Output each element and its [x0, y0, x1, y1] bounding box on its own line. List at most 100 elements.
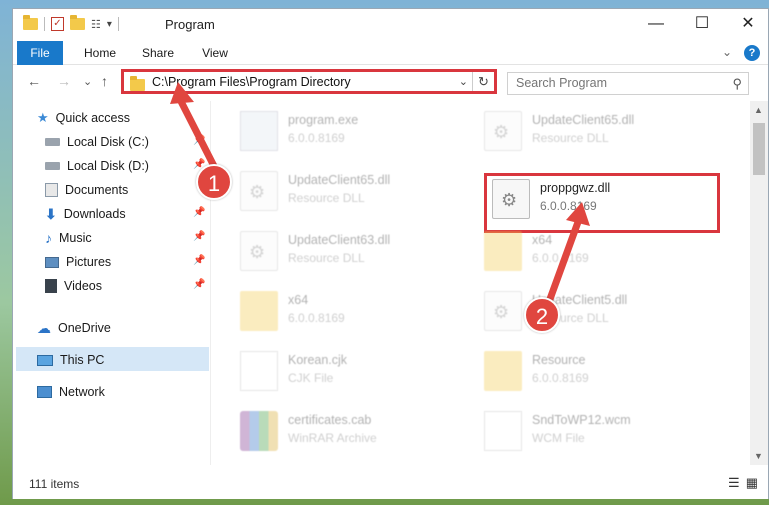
- ribbon-tabs: File Home Share View ⌄ ?: [13, 41, 768, 65]
- forward-button[interactable]: →: [57, 73, 71, 89]
- callout-badge-1: 1: [196, 164, 232, 200]
- sidebar-item-music[interactable]: ♪ Music: [45, 227, 92, 249]
- music-icon: ♪: [45, 230, 52, 246]
- file-item[interactable]: Korean.cjk CJK File: [240, 345, 480, 397]
- tab-share[interactable]: Share: [133, 41, 183, 65]
- customize-toolbar-icon[interactable]: ☷: [91, 18, 101, 31]
- folder-icon: [484, 351, 522, 391]
- file-name: certificates.cab: [288, 413, 372, 427]
- scroll-down-icon[interactable]: ▼: [754, 451, 763, 461]
- properties-icon[interactable]: ✓: [51, 17, 64, 31]
- file-item[interactable]: UpdateClient63.dll Resource DLL: [240, 225, 480, 277]
- pin-icon[interactable]: 📌: [193, 231, 205, 242]
- file-item[interactable]: x64 6.0.0.8169: [484, 225, 724, 277]
- computer-icon: [37, 354, 53, 366]
- search-input[interactable]: [516, 73, 716, 93]
- tab-home[interactable]: Home: [75, 41, 125, 65]
- tiles-view-icon[interactable]: ▦: [746, 475, 758, 491]
- sidebar-item-label: Local Disk (D:): [67, 159, 149, 173]
- documents-icon: [45, 183, 58, 197]
- file-item[interactable]: UpdateClient5.dll Resource DLL: [484, 285, 724, 337]
- pin-icon[interactable]: 📌: [193, 279, 205, 290]
- file-item[interactable]: certificates.cab WinRAR Archive: [240, 405, 480, 457]
- sidebar-item-label: This PC: [60, 353, 105, 367]
- scroll-thumb[interactable]: [753, 123, 765, 175]
- search-box[interactable]: ⚲: [507, 72, 749, 95]
- network-icon: [37, 386, 52, 398]
- search-icon[interactable]: ⚲: [732, 76, 742, 92]
- sidebar-item-onedrive[interactable]: ☁ OneDrive: [37, 317, 111, 339]
- pin-icon[interactable]: 📌: [193, 255, 205, 266]
- file-detail: Resource DLL: [532, 131, 609, 145]
- address-dropdown[interactable]: ⌄: [459, 75, 468, 88]
- folder-icon: [23, 15, 38, 30]
- maximize-button[interactable]: ☐: [679, 9, 725, 41]
- tab-file[interactable]: File: [17, 41, 63, 65]
- sidebar-item-local-disk-c[interactable]: Local Disk (C:): [45, 131, 149, 153]
- vertical-scrollbar[interactable]: ▲ ▼: [750, 101, 768, 465]
- dll-icon: [240, 231, 278, 271]
- sidebar-item-label: Music: [59, 231, 92, 245]
- tab-view[interactable]: View: [193, 41, 237, 65]
- sidebar-item-pictures[interactable]: Pictures: [45, 251, 111, 273]
- sidebar-item-downloads[interactable]: ⬇ Downloads: [45, 203, 126, 225]
- callout-badge-2: 2: [524, 297, 560, 333]
- file-icon: [240, 351, 278, 391]
- exe-icon: [240, 111, 278, 151]
- file-list: program.exe 6.0.0.8169 UpdateClient65.dl…: [218, 101, 750, 465]
- dll-icon: [240, 171, 278, 211]
- file-item[interactable]: UpdateClient65.dll Resource DLL: [484, 105, 724, 157]
- file-item[interactable]: SndToWP12.wcm WCM File: [484, 405, 724, 457]
- file-item[interactable]: program.exe 6.0.0.8169: [240, 105, 480, 157]
- explorer-window: ✓ ☷ ▾ Program — ☐ ✕ File Home Share View…: [12, 8, 769, 499]
- file-detail: Resource DLL: [288, 251, 365, 265]
- item-count: 111 items: [29, 477, 80, 491]
- scroll-up-icon[interactable]: ▲: [754, 105, 763, 115]
- details-view-icon[interactable]: ☰: [728, 475, 740, 491]
- file-detail: CJK File: [288, 371, 334, 385]
- close-button[interactable]: ✕: [725, 9, 769, 41]
- archive-icon: [240, 411, 278, 451]
- divider: [44, 17, 45, 31]
- sidebar-item-videos[interactable]: Videos: [45, 275, 102, 297]
- folder-icon: [484, 231, 522, 271]
- back-button[interactable]: ←: [27, 73, 41, 89]
- file-name: x64: [532, 233, 553, 247]
- file-item[interactable]: x64 6.0.0.8169: [240, 285, 480, 337]
- file-name: program.exe: [288, 113, 359, 127]
- arrow-head-icon: [566, 202, 590, 226]
- sidebar-item-quick-access[interactable]: ★ Quick access: [37, 107, 130, 129]
- sidebar-item-this-pc[interactable]: This PC: [37, 349, 104, 371]
- refresh-button[interactable]: ↻: [472, 72, 494, 91]
- file-icon: [484, 411, 522, 451]
- sidebar-item-network[interactable]: Network: [37, 381, 105, 403]
- sidebar-item-label: OneDrive: [58, 321, 111, 335]
- file-detail: 6.0.0.8169: [532, 371, 589, 385]
- divider: [117, 17, 119, 31]
- pin-icon[interactable]: 📌: [193, 207, 205, 218]
- star-icon: ★: [37, 110, 49, 125]
- help-icon[interactable]: ?: [744, 45, 760, 61]
- navigation-bar: ← → ⌄ ↑ C:\Program Files\Program Directo…: [13, 67, 768, 97]
- sidebar-item-local-disk-d[interactable]: Local Disk (D:): [45, 155, 149, 177]
- status-bar: 111 items ☰ ▦: [13, 469, 768, 499]
- sidebar-item-label: Videos: [64, 279, 102, 293]
- download-icon: ⬇: [45, 205, 57, 222]
- file-item[interactable]: UpdateClient65.dll Resource DLL: [240, 165, 480, 217]
- toolbar-dropdown[interactable]: ▾: [107, 19, 112, 30]
- file-name: SndToWP12.wcm: [532, 413, 631, 427]
- minimize-button[interactable]: —: [633, 9, 679, 41]
- navigation-pane: ★ Quick access Local Disk (C:) 📌 Local D…: [13, 101, 211, 465]
- videos-icon: [45, 279, 57, 293]
- sidebar-item-label: Local Disk (C:): [67, 135, 149, 149]
- expand-ribbon-icon[interactable]: ⌄: [722, 45, 732, 61]
- highlight-box: [484, 173, 720, 233]
- drive-icon: [45, 162, 60, 170]
- folder-icon: [240, 291, 278, 331]
- file-name: x64: [288, 293, 309, 307]
- sidebar-item-documents[interactable]: Documents: [45, 179, 128, 201]
- up-button[interactable]: ↑: [101, 73, 108, 89]
- recent-locations-button[interactable]: ⌄: [83, 75, 92, 88]
- file-item[interactable]: Resource 6.0.0.8169: [484, 345, 724, 397]
- new-folder-icon[interactable]: [70, 15, 85, 30]
